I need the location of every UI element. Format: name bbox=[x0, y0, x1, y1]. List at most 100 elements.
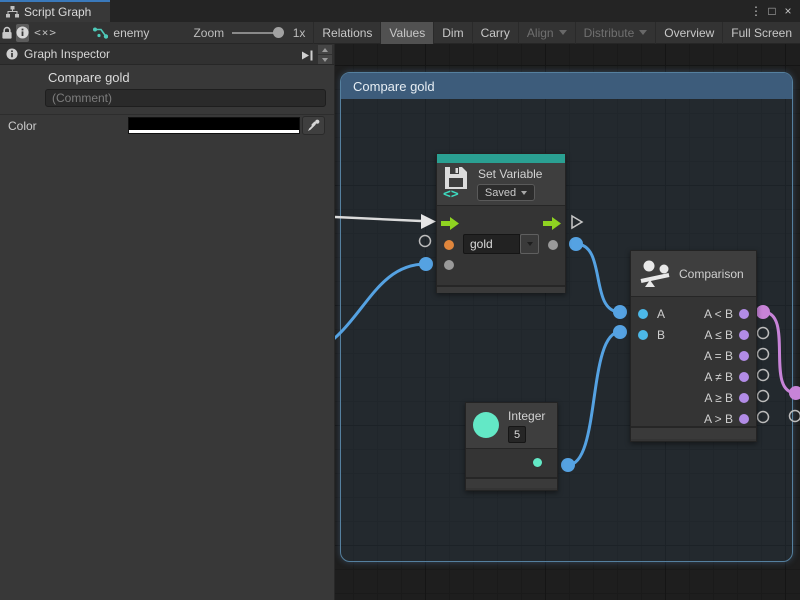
node-footer bbox=[466, 477, 557, 488]
info-toggle-button[interactable] bbox=[16, 24, 29, 42]
lock-button[interactable] bbox=[0, 22, 14, 44]
chevron-down-icon bbox=[559, 30, 567, 35]
eyedropper-button[interactable] bbox=[302, 116, 325, 135]
unconnected-port-comparison-gt[interactable] bbox=[758, 412, 769, 423]
port-dot-setvariable-value-out[interactable] bbox=[569, 237, 583, 251]
toolbar-button-dim[interactable]: Dim bbox=[433, 22, 471, 44]
flow-in-arrow-icon[interactable] bbox=[441, 217, 459, 230]
port-dot-comparison-b-in[interactable] bbox=[613, 325, 627, 339]
output-label-less: A < B bbox=[704, 307, 733, 321]
output-label-neq: A ≠ B bbox=[704, 370, 733, 384]
info-icon bbox=[6, 48, 18, 60]
toolbar-button-align[interactable]: Align bbox=[518, 22, 575, 44]
script-graph-window: Script Graph ⋮ □ × <×> bbox=[0, 0, 800, 600]
balance-scale-icon bbox=[638, 259, 672, 289]
graph-inspector-panel: Graph Inspector Compare gold Color bbox=[0, 44, 335, 600]
connection-setvariable-to-comparison-a[interactable] bbox=[576, 244, 620, 312]
port-dot-input-b[interactable] bbox=[638, 330, 648, 340]
chevron-down-icon bbox=[521, 191, 527, 195]
graph-ref-label: enemy bbox=[113, 26, 149, 40]
scroll-up-button[interactable] bbox=[318, 45, 332, 54]
zoom-slider-handle[interactable] bbox=[273, 27, 284, 38]
triangle-down-icon bbox=[322, 58, 328, 62]
toolbar-button-carry[interactable]: Carry bbox=[472, 22, 518, 44]
unconnected-port-comparison-eq[interactable] bbox=[758, 349, 769, 360]
svg-text:<>: <> bbox=[443, 187, 459, 199]
chevron-down-icon bbox=[639, 30, 647, 35]
unconnected-port-comparison-lte[interactable] bbox=[758, 328, 769, 339]
unconnected-flow-out-triangle[interactable] bbox=[572, 216, 582, 228]
port-dot-output-neq[interactable] bbox=[739, 372, 749, 382]
tab-bar: Script Graph ⋮ □ × bbox=[0, 0, 800, 22]
output-label-gt: A > B bbox=[704, 412, 733, 426]
node-set-variable[interactable]: <> Set Variable Saved gold bbox=[436, 153, 566, 293]
integer-value-input[interactable]: 5 bbox=[508, 426, 526, 443]
flow-out-arrow-icon[interactable] bbox=[543, 217, 561, 230]
port-dot-integer-value-out[interactable] bbox=[533, 458, 542, 467]
port-dot-offscreen-node-in[interactable] bbox=[789, 386, 800, 400]
triangle-up-icon bbox=[322, 48, 328, 52]
comment-input[interactable] bbox=[45, 89, 326, 107]
variable-name-dropdown-button[interactable] bbox=[520, 234, 539, 254]
chevron-down-icon bbox=[527, 242, 533, 246]
unconnected-port-offscreen-node[interactable] bbox=[790, 411, 800, 422]
port-dot-comparison-a-in[interactable] bbox=[613, 305, 627, 319]
connection-integer-to-comparison-b[interactable] bbox=[568, 332, 620, 465]
unconnected-port-comparison-gte[interactable] bbox=[758, 391, 769, 402]
node-integer[interactable]: Integer 5 bbox=[465, 402, 558, 491]
window-menu-icon[interactable]: ⋮ bbox=[748, 4, 764, 18]
graph-canvas[interactable]: Compare gold bbox=[335, 44, 800, 600]
zoom-value: 1x bbox=[293, 26, 306, 40]
tab-title: Script Graph bbox=[24, 5, 91, 19]
floppy-disk-icon: <> bbox=[442, 165, 470, 199]
port-dot-input-a[interactable] bbox=[638, 309, 648, 319]
port-dot-value-out[interactable] bbox=[548, 240, 558, 250]
port-dot-value-in[interactable] bbox=[444, 260, 454, 270]
port-dot-name-in[interactable] bbox=[444, 240, 454, 250]
zoom-slider[interactable] bbox=[232, 32, 279, 34]
port-dot-comparison-less-out[interactable] bbox=[756, 305, 770, 319]
graph-toolbar: <×> enemy Zoom 1x Relations Values Dim C… bbox=[0, 22, 800, 44]
divider bbox=[0, 114, 334, 115]
scroll-down-button[interactable] bbox=[318, 55, 332, 64]
toolbar-button-overview[interactable]: Overview bbox=[655, 22, 722, 44]
port-dot-output-gt[interactable] bbox=[739, 414, 749, 424]
code-preview-button[interactable]: <×> bbox=[31, 22, 61, 44]
toolbar-button-distribute[interactable]: Distribute bbox=[575, 22, 656, 44]
variable-scope-dropdown[interactable]: Saved bbox=[477, 184, 535, 201]
node-comparison[interactable]: Comparison A A < B B A ≤ B A = B A ≠ B bbox=[630, 250, 757, 442]
toolbar-button-fullscreen[interactable]: Full Screen bbox=[722, 22, 800, 44]
flow-arrowhead-icon bbox=[421, 214, 436, 229]
connection-into-setvariable-value[interactable] bbox=[335, 264, 426, 352]
toolbar-button-values[interactable]: Values bbox=[380, 22, 433, 44]
flow-connection-incoming[interactable] bbox=[335, 217, 421, 221]
graph-inspector-header: Graph Inspector bbox=[0, 44, 334, 65]
unconnected-port-setvariable-name[interactable] bbox=[420, 236, 431, 247]
color-swatch[interactable] bbox=[128, 117, 300, 134]
lock-icon bbox=[1, 26, 13, 40]
node-title: Set Variable bbox=[478, 167, 542, 181]
window-maximize-icon[interactable]: □ bbox=[764, 4, 780, 18]
port-dot-output-less[interactable] bbox=[739, 309, 749, 319]
node-title: Integer bbox=[508, 409, 545, 423]
input-label-a: A bbox=[657, 307, 665, 321]
toolbar-button-relations[interactable]: Relations bbox=[313, 22, 380, 44]
port-dot-output-gte[interactable] bbox=[739, 393, 749, 403]
variable-name-dropdown[interactable]: gold bbox=[463, 234, 520, 254]
output-label-eq: A = B bbox=[704, 349, 733, 363]
dock-panel-icon[interactable] bbox=[300, 49, 315, 62]
graph-reference-breadcrumb[interactable]: enemy bbox=[92, 22, 149, 44]
integer-type-icon bbox=[473, 412, 499, 438]
port-dot-output-eq[interactable] bbox=[739, 351, 749, 361]
unconnected-port-comparison-neq[interactable] bbox=[758, 370, 769, 381]
panel-title: Graph Inspector bbox=[24, 47, 110, 61]
port-dot-setvariable-value-in[interactable] bbox=[419, 257, 433, 271]
graph-hierarchy-icon bbox=[6, 6, 19, 18]
window-close-icon[interactable]: × bbox=[780, 4, 796, 18]
port-dot-output-lte[interactable] bbox=[739, 330, 749, 340]
alpha-bar bbox=[129, 130, 299, 133]
node-accent-bar bbox=[437, 154, 565, 163]
graph-title-text: Compare gold bbox=[48, 70, 130, 85]
tab-script-graph[interactable]: Script Graph bbox=[0, 0, 110, 22]
port-dot-integer-out[interactable] bbox=[561, 458, 575, 472]
